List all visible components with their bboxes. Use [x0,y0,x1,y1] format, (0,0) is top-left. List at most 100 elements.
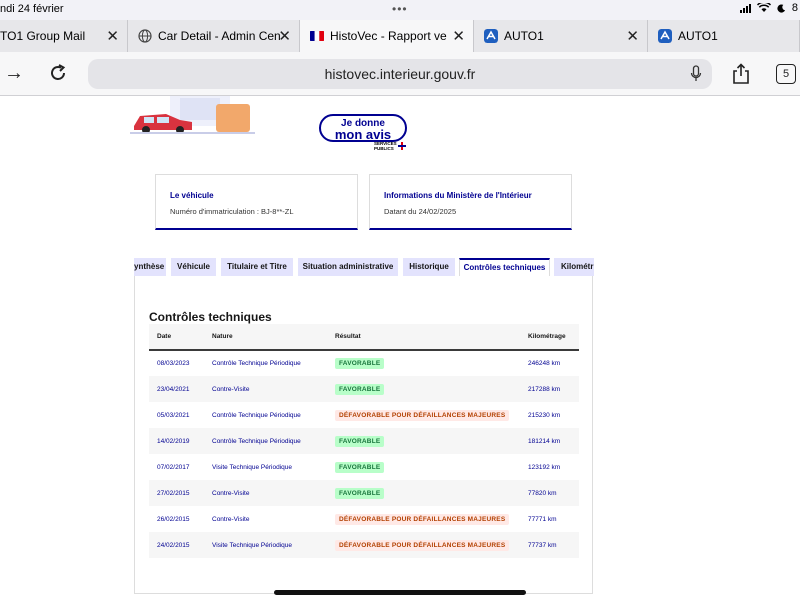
services-line2: PUBLICS [374,146,394,151]
close-icon[interactable]: ✕ [106,27,119,45]
row-date: 24/02/2015 [149,532,204,558]
tab-kilometrage[interactable]: Kilométr [554,258,594,276]
row-km: 181214 km [520,428,579,454]
browser-tab-car-detail[interactable]: Car Detail - Admin Cen ✕ [128,20,300,52]
microphone-icon[interactable] [690,65,702,83]
address-bar[interactable]: histovec.interieur.gouv.fr [88,59,712,89]
row-km: 77820 km [520,480,579,506]
result-badge: FAVORABLE [335,358,385,369]
tab-title: TO1 Group Mail [0,29,86,43]
row-km: 217288 km [520,376,579,402]
row-date: 14/02/2019 [149,428,204,454]
browser-tab-bar: TO1 Group Mail ✕ Car Detail - Admin Cen … [0,20,800,52]
wifi-icon [756,3,771,12]
share-icon[interactable] [731,63,751,85]
close-icon[interactable]: ✕ [452,27,465,45]
close-icon[interactable]: ✕ [278,27,291,45]
table-row: 23/04/2021 Contre-Visite FAVORABLE 217288 k… [149,376,579,402]
result-badge: DÉFAVORABLE POUR DÉFAILLANCES MAJEURES [335,539,510,551]
row-km: 246248 km [520,350,579,376]
row-result: DÉFAVORABLE POUR DÉFAILLANCES MAJEURES [327,532,520,558]
row-date: 08/03/2023 [149,350,204,376]
battery-percent: 8 [791,2,798,14]
french-republic-icon [310,30,324,42]
tab-historique[interactable]: Historique [403,258,455,276]
table-row: 24/02/2015 Visite Technique Périodique DÉF… [149,532,579,558]
home-indicator[interactable] [274,590,526,595]
row-nature: Contre-Visite [204,506,327,532]
row-result: FAVORABLE [327,454,520,480]
controles-panel: Contrôles techniques Date Nature Résulta… [134,276,593,594]
result-badge: FAVORABLE [335,383,385,395]
row-nature: Contre-Visite [204,480,327,506]
row-nature: Contre-Visite [204,376,327,402]
browser-tab-auto1-second[interactable]: AUTO1 [648,20,800,52]
row-date: 27/02/2015 [149,480,204,506]
row-date: 26/02/2015 [149,506,204,532]
table-row: 14/02/2019 Contrôle Technique Périodique F… [149,428,579,454]
result-badge: DÉFAVORABLE POUR DÉFAILLANCES MAJEURES [335,409,510,421]
browser-tab-histovec[interactable]: HistoVec - Rapport ve ✕ [300,20,474,52]
table-row: 27/02/2015 Contre-Visite FAVORABLE 77820 km [149,480,579,506]
row-result: FAVORABLE [327,480,520,506]
forward-arrow-icon[interactable]: → [4,62,24,85]
multitasking-dots[interactable]: ••• [392,2,408,16]
controles-table: Date Nature Résultat Kilométrage 08/03/2… [149,324,579,558]
status-indicators: 8 [739,2,798,14]
status-date: ndi 24 février [0,3,64,15]
globe-icon [138,29,152,43]
tab-count-button[interactable]: 5 [776,64,796,84]
col-nature: Nature [204,324,327,351]
result-badge: FAVORABLE [335,461,385,473]
car-illustration [130,96,255,134]
row-nature: Contrôle Technique Périodique [204,350,327,376]
table-header-row: Date Nature Résultat Kilométrage [149,324,579,351]
tab-situation-administrative[interactable]: Situation administrative [298,258,398,276]
browser-tab-auto1[interactable]: AUTO1 ✕ [474,20,648,52]
feedback-button[interactable]: Je donne mon avis [319,114,407,142]
reload-icon[interactable] [48,63,68,83]
row-km: 77737 km [520,532,579,558]
row-result: DÉFAVORABLE POUR DÉFAILLANCES MAJEURES [327,402,520,428]
table-row: 05/03/2021 Contrôle Technique Périodique D… [149,402,579,428]
auto1-logo-icon [658,29,672,43]
row-date: 05/03/2021 [149,402,204,428]
vehicle-card: Le véhicule Numéro d'immatriculation : B… [155,174,358,230]
auto1-logo-icon [484,29,498,43]
registration-number: Numéro d'immatriculation : BJ-8**-ZL [170,207,294,216]
result-badge: DÉFAVORABLE POUR DÉFAILLANCES MAJEURES [335,513,510,525]
tab-title: AUTO1 [678,29,718,43]
moon-icon [777,3,785,13]
table-row: 07/02/2017 Visite Technique Périodique FAV… [149,454,579,480]
close-icon[interactable]: ✕ [626,27,639,45]
row-result: DÉFAVORABLE POUR DÉFAILLANCES MAJEURES [327,506,520,532]
row-date: 23/04/2021 [149,376,204,402]
browser-toolbar: → histovec.interieur.gouv.fr 5 [0,52,800,96]
tab-title: HistoVec - Rapport ve [330,29,447,43]
col-resultat: Résultat [327,324,520,351]
row-result: FAVORABLE [327,428,520,454]
services-publics-plus-icon [398,142,406,150]
col-date: Date [149,324,204,351]
tab-synthese[interactable]: ynthèse [134,258,166,276]
result-badge: FAVORABLE [335,487,385,499]
page-content: Je donne mon avis SERVICES PUBLICS Le vé… [0,96,800,600]
table-row: 26/02/2015 Contre-Visite DÉFAVORABLE POUR … [149,506,579,532]
tab-titulaire[interactable]: Titulaire et Titre [221,258,293,276]
report-tabs: ynthèse Véhicule Titulaire et Titre Situ… [134,258,594,276]
row-km: 215230 km [520,402,579,428]
feedback-line2: mon avis [334,127,392,142]
row-date: 07/02/2017 [149,454,204,480]
ministry-date: Datant du 24/02/2025 [384,207,457,216]
row-nature: Contrôle Technique Périodique [204,402,327,428]
ios-status-bar: ndi 24 février ••• 8 [0,0,800,20]
cellular-signal-icon [739,3,751,13]
ministry-card: Informations du Ministère de l'Intérieur… [369,174,572,230]
row-km: 123192 km [520,454,579,480]
row-result: FAVORABLE [327,376,520,402]
ministry-card-title: Informations du Ministère de l'Intérieur [384,191,532,200]
tab-vehicule[interactable]: Véhicule [171,258,216,276]
table-row: 08/03/2023 Contrôle Technique Périodique F… [149,350,579,376]
browser-tab-group-mail[interactable]: TO1 Group Mail ✕ [0,20,128,52]
tab-controles-techniques[interactable]: Contrôles techniques [459,258,550,276]
